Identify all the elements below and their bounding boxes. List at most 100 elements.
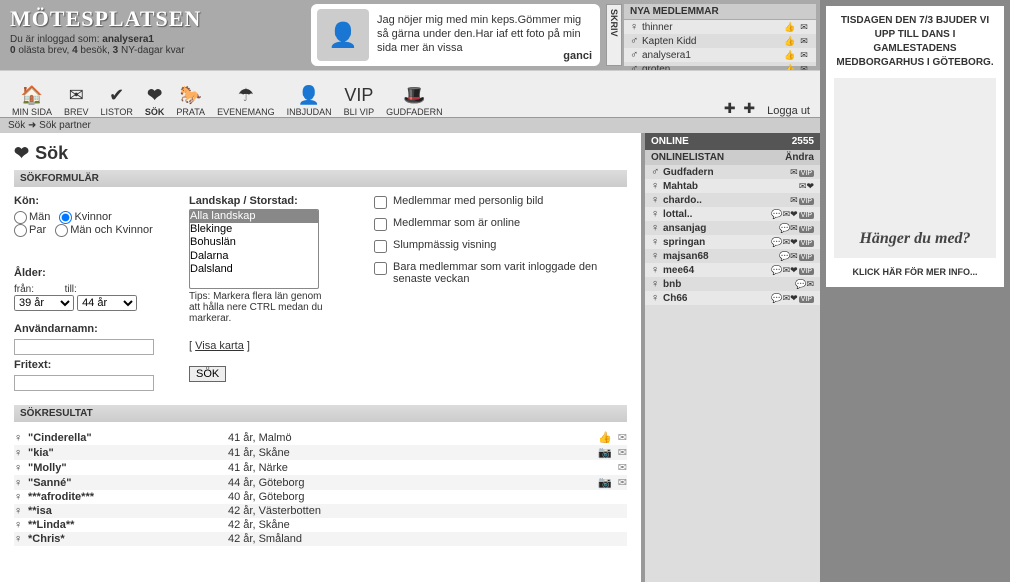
gender-icon: ♀ bbox=[14, 432, 28, 444]
result-row[interactable]: ♀**Linda**42 år, Skåne bbox=[14, 518, 627, 532]
mail-icon[interactable]: ✉ bbox=[798, 36, 810, 46]
filter-check[interactable]: Slumpmässig visning bbox=[374, 239, 627, 253]
nav-icon: 🐎 bbox=[176, 83, 205, 107]
chat-icon[interactable]: 💬 bbox=[771, 237, 782, 247]
mail-icon[interactable]: ✉ bbox=[790, 251, 798, 261]
new-member-row[interactable]: ♀thinner👍✉ bbox=[624, 20, 816, 34]
freetext-input[interactable] bbox=[14, 375, 154, 391]
gender-label: Kön: bbox=[14, 195, 189, 207]
online-row[interactable]: ♀bnb💬✉ bbox=[645, 277, 820, 291]
sidebar-ad[interactable]: TISDAGEN DEN 7/3 BJUDER VI UPP TILL DANS… bbox=[826, 6, 1004, 287]
nav-prata[interactable]: 🐎PRATA bbox=[176, 83, 205, 117]
mail-icon[interactable]: ✉ bbox=[790, 167, 798, 177]
filter-check[interactable]: Medlemmar som är online bbox=[374, 217, 627, 231]
ad-more-link[interactable]: KLICK HÄR FÖR MER INFO... bbox=[834, 266, 996, 279]
result-row[interactable]: ♀"Cinderella"41 år, Malmö👍✉ bbox=[14, 430, 627, 445]
online-row[interactable]: ♀majsan68💬✉VIP bbox=[645, 249, 820, 263]
filter-checks: Medlemmar med personlig bild Medlemmar so… bbox=[374, 195, 627, 391]
camera-icon[interactable]: 📷 bbox=[598, 446, 612, 459]
vip-badge: VIP bbox=[799, 240, 814, 247]
age-from-select[interactable]: 39 år bbox=[14, 295, 74, 311]
nav-evenemang[interactable]: ☂EVENEMANG bbox=[217, 83, 275, 117]
nav-inbjudan[interactable]: 👤INBJUDAN bbox=[287, 83, 332, 117]
heart-icon[interactable]: ❤ bbox=[790, 293, 798, 303]
online-row[interactable]: ♀springan💬✉❤VIP bbox=[645, 235, 820, 249]
nav-icon: 🏠 bbox=[12, 83, 52, 107]
form-header: SÖKFORMULÄR bbox=[14, 170, 627, 187]
online-row[interactable]: ♀Ch66💬✉❤VIP bbox=[645, 291, 820, 305]
region-select[interactable]: Alla landskapBlekingeBohuslänDalarnaDals… bbox=[189, 209, 319, 289]
age-to-select[interactable]: 44 år bbox=[77, 295, 137, 311]
radio-pairs[interactable] bbox=[14, 224, 27, 237]
radio-both[interactable] bbox=[55, 224, 68, 237]
result-row[interactable]: ♀***afrodite***40 år, Göteborg bbox=[14, 490, 627, 504]
mail-icon[interactable]: ✉ bbox=[790, 195, 798, 205]
chat-icon[interactable]: 💬 bbox=[779, 223, 790, 233]
online-row[interactable]: ♂Gudfadern✉VIP bbox=[645, 165, 820, 179]
result-row[interactable]: ♀**isa42 år, Västerbotten bbox=[14, 504, 627, 518]
online-row[interactable]: ♀lottal..💬✉❤VIP bbox=[645, 207, 820, 221]
chat-icon[interactable]: 💬 bbox=[779, 251, 790, 261]
chat-icon[interactable]: 💬 bbox=[771, 293, 782, 303]
online-row[interactable]: ♀ansanjag💬✉VIP bbox=[645, 221, 820, 235]
nav-gudfadern[interactable]: 🎩GUDFADERN bbox=[386, 83, 443, 117]
nav-brev[interactable]: ✉BREV bbox=[64, 83, 89, 117]
thumb-icon[interactable]: 👍 bbox=[598, 431, 612, 444]
thumb-icon[interactable]: 👍 bbox=[784, 22, 796, 32]
nav-sök[interactable]: ❤SÖK bbox=[145, 83, 165, 117]
show-map-link[interactable]: Visa karta bbox=[195, 340, 244, 352]
thumb-icon[interactable]: 👍 bbox=[784, 36, 796, 46]
mail-icon[interactable]: ✉ bbox=[798, 50, 810, 60]
mail-icon[interactable]: ✉ bbox=[618, 461, 627, 474]
online-row[interactable]: ♀chardo..✉VIP bbox=[645, 193, 820, 207]
mail-icon[interactable]: ✉ bbox=[806, 279, 814, 289]
checkbox[interactable] bbox=[374, 262, 387, 275]
online-change-link[interactable]: Ändra bbox=[785, 152, 814, 163]
featured-profile[interactable]: 👤 Jag nöjer mig med min keps.Gömmer mig … bbox=[311, 4, 600, 66]
checkbox[interactable] bbox=[374, 218, 387, 231]
filter-check[interactable]: Medlemmar med personlig bild bbox=[374, 195, 627, 209]
logout-link[interactable]: Logga ut bbox=[767, 105, 810, 117]
search-button[interactable]: SÖK bbox=[189, 366, 226, 382]
result-row[interactable]: ♀"Molly"41 år, Närke✉ bbox=[14, 460, 627, 475]
checkbox[interactable] bbox=[374, 196, 387, 209]
mail-icon[interactable]: ✉ bbox=[618, 476, 627, 489]
gender-icon: ♀ bbox=[651, 194, 663, 206]
chat-icon[interactable]: 💬 bbox=[771, 209, 782, 219]
chat-icon[interactable]: 💬 bbox=[771, 265, 782, 275]
heart-icon[interactable]: ❤ bbox=[790, 209, 798, 219]
online-row[interactable]: ♀mee64💬✉❤VIP bbox=[645, 263, 820, 277]
radio-women[interactable] bbox=[59, 211, 72, 224]
online-row[interactable]: ♀Mahtab✉❤ bbox=[645, 179, 820, 193]
nav-bli-vip[interactable]: VIPBLI VIP bbox=[344, 83, 375, 117]
gender-icon: ♀ bbox=[630, 21, 642, 33]
mail-icon[interactable]: ✉ bbox=[790, 223, 798, 233]
chat-icon[interactable]: 💬 bbox=[795, 279, 806, 289]
region-tip: Tips: Markera flera län genom att hålla … bbox=[189, 291, 329, 324]
result-row[interactable]: ♀"kia"41 år, Skåne📷✉ bbox=[14, 445, 627, 460]
thumb-icon[interactable]: 👍 bbox=[784, 50, 796, 60]
nav-listor[interactable]: ✔LISTOR bbox=[101, 83, 133, 117]
nav-min-sida[interactable]: 🏠MIN SIDA bbox=[12, 83, 52, 117]
vip-badge: VIP bbox=[799, 254, 814, 261]
heart-icon[interactable]: ❤ bbox=[806, 181, 814, 191]
gender-icon: ♀ bbox=[651, 180, 663, 192]
radio-men[interactable] bbox=[14, 211, 27, 224]
camera-icon[interactable]: 📷 bbox=[598, 476, 612, 489]
checkbox[interactable] bbox=[374, 240, 387, 253]
result-row[interactable]: ♀*Chris*42 år, Småland bbox=[14, 532, 627, 546]
flags[interactable]: ✚ ✚ bbox=[724, 100, 757, 117]
result-row[interactable]: ♀"Sanné"44 år, Göteborg📷✉ bbox=[14, 475, 627, 490]
new-member-row[interactable]: ♂analysera1👍✉ bbox=[624, 48, 816, 62]
gender-icon: ♀ bbox=[651, 278, 663, 290]
username-input[interactable] bbox=[14, 339, 154, 355]
new-member-row[interactable]: ♂Kapten Kidd👍✉ bbox=[624, 34, 816, 48]
mail-icon[interactable]: ✉ bbox=[618, 431, 627, 444]
mail-icon[interactable]: ✉ bbox=[618, 446, 627, 459]
filter-check[interactable]: Bara medlemmar som varit inloggade den s… bbox=[374, 261, 627, 285]
skriv-tab[interactable]: SKRIV bbox=[606, 4, 622, 66]
vip-badge: VIP bbox=[799, 212, 814, 219]
mail-icon[interactable]: ✉ bbox=[798, 22, 810, 32]
heart-icon[interactable]: ❤ bbox=[790, 265, 798, 275]
heart-icon[interactable]: ❤ bbox=[790, 237, 798, 247]
